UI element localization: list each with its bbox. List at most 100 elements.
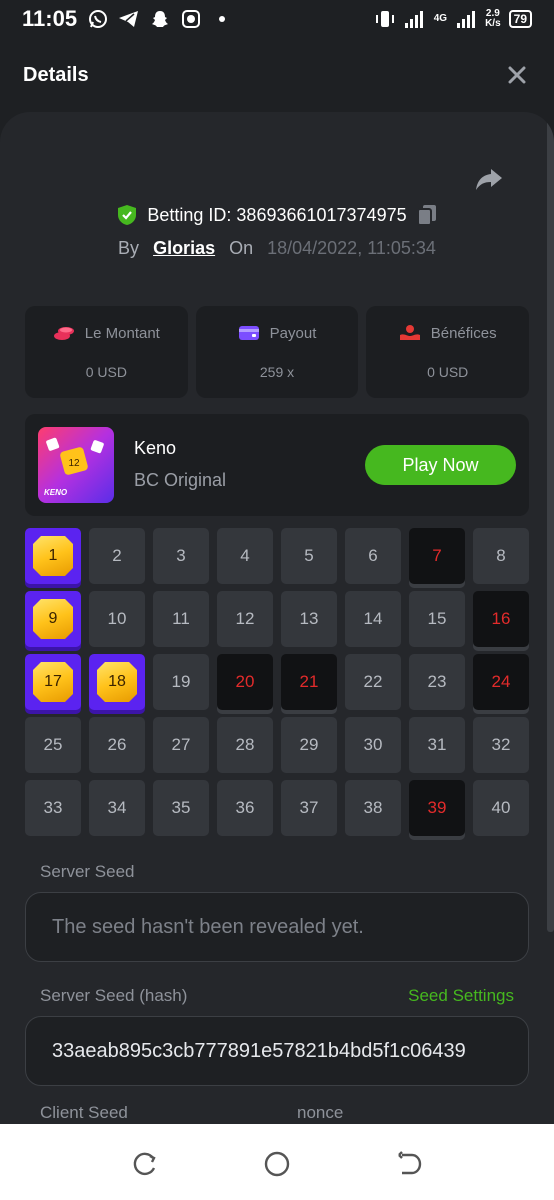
- keno-cell-3: 3: [153, 528, 209, 584]
- keno-number: 7: [432, 546, 442, 565]
- keno-number: 6: [368, 546, 378, 565]
- keno-cell-18: 18: [89, 654, 145, 710]
- keno-cell-11: 11: [153, 591, 209, 647]
- speed-unit: K/s: [485, 18, 501, 29]
- server-hash-label: Server Seed (hash): [40, 986, 188, 1005]
- vibrate-icon: [374, 8, 396, 30]
- keno-cell-21: 21: [281, 654, 337, 710]
- bitcoin-icon: [180, 8, 202, 30]
- keno-number: 3: [176, 546, 186, 565]
- stat-value: 0 USD: [427, 364, 469, 380]
- keno-number: 38: [363, 798, 383, 817]
- keno-thumbnail[interactable]: 12 KENO: [38, 427, 114, 503]
- game-card: 12 KENO Keno BC Original Play Now: [25, 414, 529, 516]
- keno-cell-20: 20: [217, 654, 273, 710]
- keno-cell-10: 10: [89, 591, 145, 647]
- keno-number: 20: [235, 672, 255, 691]
- stat-card-payout: Payout 259 x: [195, 306, 359, 398]
- details-header: Details: [0, 38, 554, 112]
- signal-icon: [404, 8, 426, 30]
- stat-label: Bénéfices: [430, 324, 497, 342]
- keno-number: 10: [107, 609, 127, 628]
- close-button[interactable]: [504, 62, 530, 88]
- keno-number: 27: [171, 735, 191, 754]
- verified-shield-icon: [118, 205, 137, 225]
- keno-cell-15: 15: [409, 591, 465, 647]
- keno-number: 17: [44, 673, 62, 690]
- share-button[interactable]: [474, 164, 504, 194]
- stat-value: 0 USD: [85, 364, 127, 380]
- keno-cell-24: 24: [473, 654, 529, 710]
- stats-row: Le Montant 0 USD Payout 259 x Bénéfices …: [25, 306, 530, 398]
- keno-cell-6: 6: [345, 528, 401, 584]
- stat-card-profit: Bénéfices 0 USD: [366, 306, 530, 398]
- keno-cell-37: 37: [281, 780, 337, 836]
- bet-date: 18/04/2022, 11:05:34: [267, 238, 436, 258]
- stat-card-amount: Le Montant 0 USD: [25, 306, 188, 398]
- keno-cell-29: 29: [281, 717, 337, 773]
- wallet-icon: [238, 326, 259, 340]
- back-icon: [398, 1151, 422, 1175]
- keno-cell-30: 30: [345, 717, 401, 773]
- keno-cell-32: 32: [473, 717, 529, 773]
- server-seed-field[interactable]: The seed hasn't been revealed yet.: [25, 892, 529, 962]
- copy-icon[interactable]: [416, 204, 437, 226]
- share-icon: [476, 169, 502, 190]
- keno-number: 4: [240, 546, 250, 565]
- whatsapp-icon: [87, 8, 109, 30]
- keno-number: 25: [43, 735, 63, 754]
- keno-number: 12: [235, 609, 255, 628]
- home-button[interactable]: [263, 1150, 291, 1178]
- nonce-label: nonce: [297, 1103, 344, 1122]
- keno-number: 36: [235, 798, 255, 817]
- telegram-icon: [118, 8, 140, 30]
- keno-cell-31: 31: [409, 717, 465, 773]
- hit-gem-icon: 17: [33, 662, 73, 702]
- keno-cell-39: 39: [409, 780, 465, 836]
- keno-number: 18: [108, 673, 126, 690]
- keno-number: 33: [43, 798, 63, 817]
- keno-cell-7: 7: [409, 528, 465, 584]
- keno-number: 9: [48, 610, 58, 627]
- seed-settings-link[interactable]: Seed Settings: [408, 986, 514, 1006]
- by-label: By: [118, 238, 140, 258]
- back-button[interactable]: [394, 1150, 422, 1178]
- keno-cell-25: 25: [25, 717, 81, 773]
- keno-cell-23: 23: [409, 654, 465, 710]
- keno-logo-image: 12 KENO: [38, 427, 114, 503]
- keno-number: 32: [491, 735, 511, 754]
- keno-cell-19: 19: [153, 654, 209, 710]
- thumb-number: 12: [68, 458, 80, 469]
- keno-number: 30: [363, 735, 383, 754]
- status-bar: 11:05 4G 2.9 K/s 79: [0, 0, 554, 38]
- keno-number: 21: [299, 672, 319, 691]
- profit-icon: [399, 325, 420, 340]
- keno-cell-17: 17: [25, 654, 81, 710]
- recents-button[interactable]: [131, 1150, 159, 1178]
- keno-cell-4: 4: [217, 528, 273, 584]
- keno-number: 29: [299, 735, 319, 754]
- data-speed: 2.9 K/s: [485, 9, 501, 29]
- hit-gem-icon: 1: [33, 536, 73, 576]
- play-now-button[interactable]: Play Now: [365, 445, 516, 485]
- keno-number: 8: [496, 546, 506, 565]
- keno-number: 13: [299, 609, 319, 628]
- keno-cell-9: 9: [25, 591, 81, 647]
- keno-cell-22: 22: [345, 654, 401, 710]
- bet-meta-row: By Glorias On 18/04/2022, 11:05:34: [0, 238, 554, 259]
- keno-number: 37: [299, 798, 319, 817]
- scrollbar[interactable]: [547, 112, 554, 932]
- notification-icons: [87, 8, 233, 30]
- keno-cell-14: 14: [345, 591, 401, 647]
- keno-number: 35: [171, 798, 191, 817]
- keno-number: 11: [172, 609, 190, 628]
- stat-value: 259 x: [259, 364, 295, 380]
- client-seed-label: Client Seed: [40, 1103, 128, 1122]
- keno-number: 14: [363, 609, 383, 628]
- network-type: 4G: [433, 13, 448, 24]
- username-link[interactable]: Glorias: [153, 238, 215, 259]
- system-nav-bar: [0, 1124, 554, 1200]
- server-hash-field[interactable]: 33aeab895c3cb777891e57821b4bd5f1c06439: [25, 1016, 529, 1086]
- keno-cell-40: 40: [473, 780, 529, 836]
- keno-cell-5: 5: [281, 528, 337, 584]
